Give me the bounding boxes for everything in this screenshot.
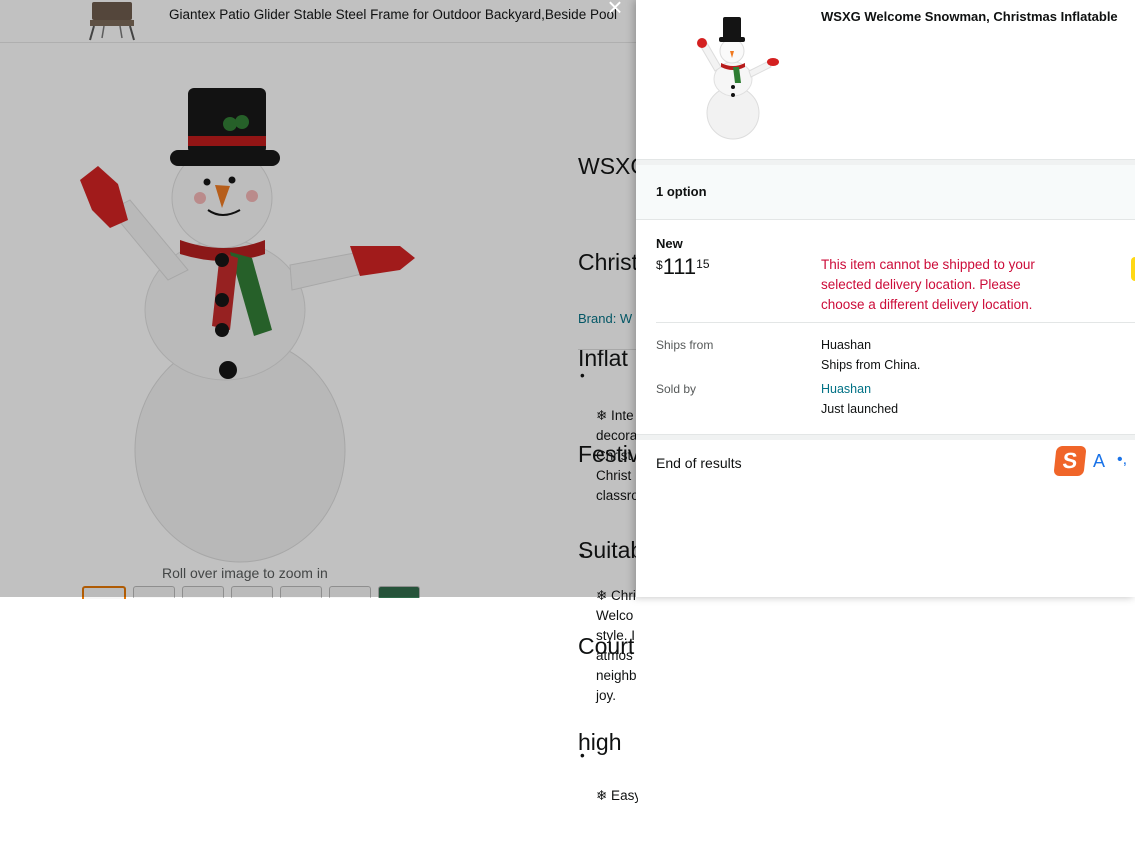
- seller-link[interactable]: Huashan: [821, 382, 871, 396]
- offers-panel: WSXG Welcome Snowman, Christmas Inflatab…: [636, 0, 1135, 597]
- modal-backdrop[interactable]: [0, 0, 636, 597]
- snowman-product-image: [697, 17, 779, 140]
- price-fraction: 15: [696, 257, 710, 271]
- ime-mode-toggle[interactable]: A: [1093, 451, 1105, 472]
- offer-price: $11115: [656, 254, 710, 280]
- options-bar[interactable]: 1 option: [636, 165, 1135, 220]
- price-symbol: $: [656, 258, 663, 272]
- sold-by-label: Sold by: [656, 382, 697, 396]
- panel-product-title: WSXG Welcome Snowman, Christmas Inflatab…: [821, 9, 1118, 24]
- ships-from-label: Ships from: [656, 338, 714, 352]
- ships-from-note: Ships from China.: [821, 358, 921, 372]
- close-icon[interactable]: ×: [604, 0, 626, 20]
- ime-punctuation-toggle[interactable]: •,: [1117, 451, 1127, 469]
- bullet-item: ❄ Easy: [578, 746, 638, 846]
- ime-toolbar: S A •,: [1053, 446, 1135, 476]
- options-count: 1 option: [656, 184, 707, 199]
- section-divider: [636, 434, 1135, 440]
- price-whole: 111: [662, 254, 697, 279]
- row-divider: [656, 322, 1135, 323]
- condition-label: New: [656, 236, 683, 251]
- seller-status: Just launched: [821, 402, 899, 416]
- delivery-warning: This item cannot be shipped to your sele…: [821, 257, 1035, 312]
- add-to-cart-button-edge[interactable]: [1131, 257, 1135, 281]
- end-of-results: End of results: [656, 455, 742, 471]
- ime-logo-icon[interactable]: S: [1053, 446, 1087, 476]
- ships-from-value: Huashan: [821, 338, 872, 352]
